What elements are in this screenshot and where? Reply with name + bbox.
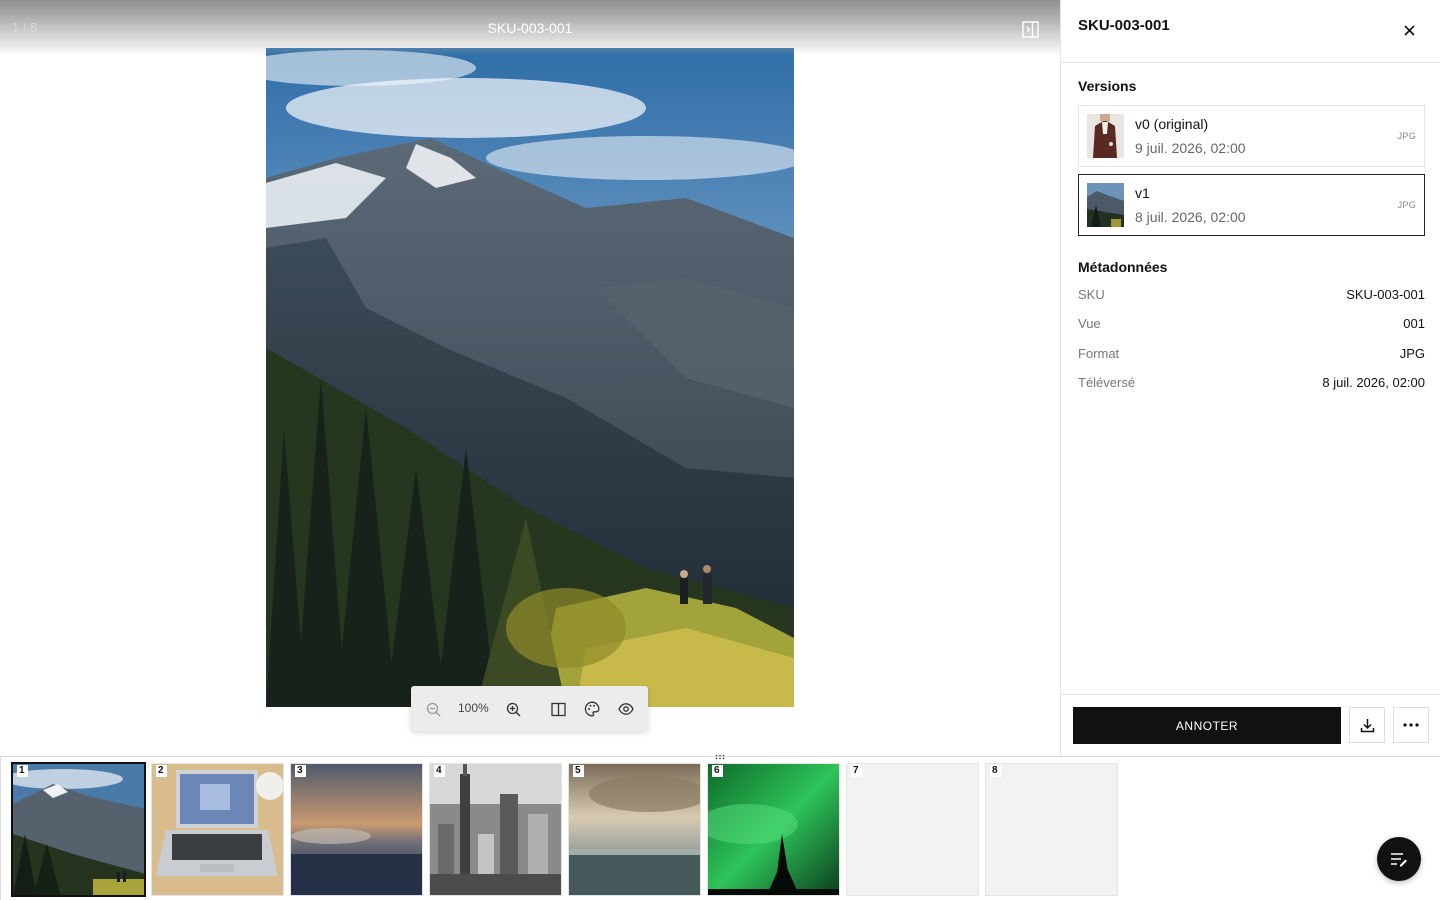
metadata-row-sku: SKU SKU-003-001 [1078,287,1425,307]
version-format: JPG [1397,200,1416,210]
image-title: SKU-003-001 [487,20,573,36]
filmstrip-thumb-5[interactable]: 5 [568,763,701,896]
image-viewer: 1 / 8 SKU-003-001 100% [0,0,1060,756]
details-panel: SKU-003-001 Versions v0 (original) 9 jui… [1060,0,1440,756]
version-label: v0 (original) [1135,116,1209,132]
metadata-value: 001 [1403,316,1425,331]
download-icon[interactable] [1349,707,1385,743]
version-item-v1[interactable]: v1 8 juil. 2026, 02:00 JPG [1078,174,1425,236]
metadata-row-view: Vue 001 [1078,316,1425,336]
filmstrip-thumb-8[interactable]: 8 [985,763,1118,896]
image-toolbar: 100% [411,686,648,731]
zoom-level: 100% [458,701,489,715]
more-icon[interactable] [1393,707,1429,743]
version-label: v1 [1135,185,1150,201]
panel-header: SKU-003-001 [1061,0,1440,63]
annotate-button[interactable]: ANNOTER [1073,707,1341,744]
version-thumbnail [1087,183,1124,227]
metadata-value: 8 juil. 2026, 02:00 [1322,375,1425,390]
split-view-icon[interactable] [547,698,569,720]
close-icon[interactable] [1397,18,1421,42]
thumb-number: 5 [573,765,584,777]
filmstrip: 1 2 3 4 5 6 7 8 [0,754,1440,900]
metadata-key: SKU [1078,287,1105,302]
thumb-number: 6 [712,765,723,777]
versions-heading: Versions [1078,78,1137,94]
filmstrip-thumb-3[interactable]: 3 [290,763,423,896]
thumb-number: 2 [156,765,167,777]
filmstrip-thumb-2[interactable]: 2 [151,763,284,896]
metadata-heading: Métadonnées [1078,259,1168,275]
zoom-out-icon[interactable] [422,698,444,720]
thumb-number: 7 [851,765,862,777]
panel-footer: ANNOTER [1061,694,1440,756]
list-edit-icon[interactable] [1377,837,1421,881]
metadata-key: Format [1078,346,1120,361]
filmstrip-thumb-4[interactable]: 4 [429,763,562,896]
metadata-row-format: Format JPG [1078,346,1425,366]
main-image [266,48,794,707]
version-item-v0[interactable]: v0 (original) 9 juil. 2026, 02:00 JPG [1078,105,1425,167]
metadata-key: Téléversé [1078,375,1136,390]
zoom-in-icon[interactable] [502,698,524,720]
version-date: 8 juil. 2026, 02:00 [1135,209,1246,225]
version-thumbnail [1087,114,1124,158]
eye-icon[interactable] [615,698,637,720]
thumb-number: 8 [990,765,1001,777]
version-format: JPG [1397,131,1416,141]
filmstrip-thumb-6[interactable]: 6 [707,763,840,896]
version-date: 9 juil. 2026, 02:00 [1135,140,1246,156]
metadata-key: Vue [1078,316,1101,331]
metadata-value: SKU-003-001 [1346,287,1425,302]
filmstrip-thumb-7[interactable]: 7 [846,763,979,896]
metadata-row-uploaded: Téléversé 8 juil. 2026, 02:00 [1078,375,1425,395]
panel-toggle-icon[interactable] [1020,19,1040,39]
drag-handle-icon[interactable] [713,752,727,762]
panel-title: SKU-003-001 [1078,17,1170,34]
thumb-number: 1 [17,765,28,777]
thumb-number: 3 [295,765,306,777]
palette-icon[interactable] [581,698,603,720]
thumb-number: 4 [434,765,445,777]
filmstrip-thumb-1[interactable]: 1 [11,762,146,897]
metadata-value: JPG [1399,346,1425,361]
